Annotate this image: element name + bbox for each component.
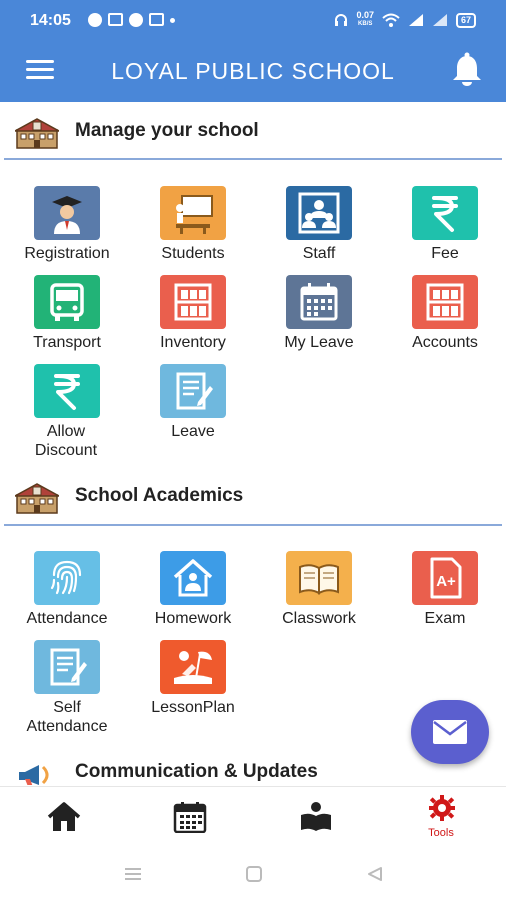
tile-leave[interactable]: Leave — [130, 364, 254, 460]
tile-inventory[interactable]: Inventory — [130, 275, 254, 371]
tile-label: Staff — [302, 245, 336, 262]
system-navigation — [0, 848, 506, 900]
section-title: Communication & Updates — [75, 761, 318, 782]
section-manage-school: Manage your school — [0, 104, 506, 158]
shelf-icon — [160, 275, 226, 329]
staff-group-icon — [286, 186, 352, 240]
section-title: School Academics — [75, 485, 244, 506]
notification-dot-icon — [88, 13, 102, 27]
tile-label: Registration — [24, 245, 110, 262]
back-icon — [368, 867, 382, 881]
nav-home[interactable] — [0, 787, 126, 849]
tile-label: Homework — [154, 610, 232, 627]
rupee-icon — [412, 186, 478, 240]
document-edit-icon — [160, 364, 226, 418]
gear-tools-icon — [429, 795, 455, 821]
section-school-academics: School Academics — [0, 469, 506, 523]
rupee-icon — [34, 364, 100, 418]
beach-icon — [160, 640, 226, 694]
home-button[interactable] — [245, 866, 263, 887]
exam-grade-icon: A+ — [412, 551, 478, 605]
message-fab[interactable] — [411, 700, 489, 764]
nav-study[interactable] — [252, 787, 378, 849]
calendar-icon — [286, 275, 352, 329]
section-title: Manage your school — [75, 120, 259, 141]
system-status: 0.07 KB/S 67 — [334, 11, 476, 29]
recents-icon — [125, 868, 141, 880]
tile-label: Classwork — [282, 610, 356, 627]
book-reader-icon — [301, 802, 331, 831]
signal-icon — [432, 14, 447, 26]
mail-icon — [433, 720, 467, 744]
tile-classwork[interactable]: Classwork — [256, 551, 380, 647]
tile-allow-discount[interactable]: Allow Discount — [4, 364, 128, 464]
app-bar: LOYAL PUBLIC SCHOOL — [0, 38, 506, 102]
tile-label: Allow Discount — [34, 423, 98, 459]
bottom-navigation: Tools — [0, 786, 506, 848]
tile-label: Fee — [431, 245, 459, 262]
tile-label: Attendance — [26, 610, 108, 627]
section-divider — [4, 524, 502, 526]
school-building-icon — [15, 483, 59, 514]
notification-icons — [88, 13, 175, 27]
tile-exam[interactable]: A+ Exam — [382, 551, 506, 647]
notification-box-icon — [108, 13, 123, 26]
school-building-icon — [15, 118, 59, 149]
nav-label: Tools — [428, 827, 454, 839]
image-notification-icon — [149, 13, 164, 26]
section-divider — [4, 158, 502, 160]
tile-label: Accounts — [412, 334, 478, 351]
tile-label: Leave — [171, 423, 215, 440]
calendar-icon — [173, 802, 207, 833]
tile-lesson-plan[interactable]: LessonPlan — [130, 640, 254, 736]
notifications-button[interactable] — [450, 52, 484, 88]
back-button[interactable] — [366, 866, 384, 887]
headset-icon — [335, 14, 348, 26]
nav-calendar[interactable] — [126, 787, 252, 849]
status-time: 14:05 — [30, 12, 71, 29]
tile-homework[interactable]: Homework — [130, 551, 254, 647]
home-square-icon — [246, 866, 262, 882]
more-notifications-icon — [170, 18, 175, 23]
bell-icon — [453, 52, 481, 86]
tile-label: My Leave — [284, 334, 354, 351]
tile-self-attendance[interactable]: Self Attendance — [4, 640, 128, 740]
bus-icon — [34, 275, 100, 329]
signal-icon — [408, 14, 423, 26]
tile-label: Students — [161, 245, 225, 262]
notification-dot-icon — [129, 13, 143, 27]
battery-icon: 67 — [455, 12, 476, 28]
megaphone-icon — [19, 765, 49, 785]
nav-tools[interactable]: Tools — [378, 787, 504, 849]
open-book-icon — [286, 551, 352, 605]
wifi-icon — [382, 13, 400, 27]
fingerprint-icon — [34, 551, 100, 605]
tile-label: Inventory — [160, 334, 226, 351]
tile-attendance[interactable]: Attendance — [4, 551, 128, 647]
tile-transport[interactable]: Transport — [4, 275, 128, 371]
status-bar: 14:05 0.07 KB/S 67 — [0, 0, 506, 38]
graduate-icon — [34, 186, 100, 240]
svg-text:A+: A+ — [436, 573, 456, 590]
tile-accounts[interactable]: Accounts — [382, 275, 506, 371]
tile-staff[interactable]: Staff — [256, 186, 380, 282]
document-edit-icon — [34, 640, 100, 694]
tile-students[interactable]: Students — [130, 186, 254, 282]
home-icon — [47, 802, 81, 831]
home-study-icon — [160, 551, 226, 605]
tile-label: Exam — [424, 610, 466, 627]
network-speed: 0.07 KB/S — [356, 10, 374, 28]
tile-my-leave[interactable]: My Leave — [256, 275, 380, 371]
tile-label: LessonPlan — [151, 699, 235, 716]
tile-registration[interactable]: Registration — [4, 186, 128, 282]
classroom-board-icon — [160, 186, 226, 240]
tile-label: Transport — [33, 334, 101, 351]
tile-label: Self Attendance — [26, 699, 108, 735]
app-title: LOYAL PUBLIC SCHOOL — [111, 58, 395, 84]
tile-fee[interactable]: Fee — [382, 186, 506, 282]
recents-button[interactable] — [124, 866, 142, 887]
shelf-icon — [412, 275, 478, 329]
